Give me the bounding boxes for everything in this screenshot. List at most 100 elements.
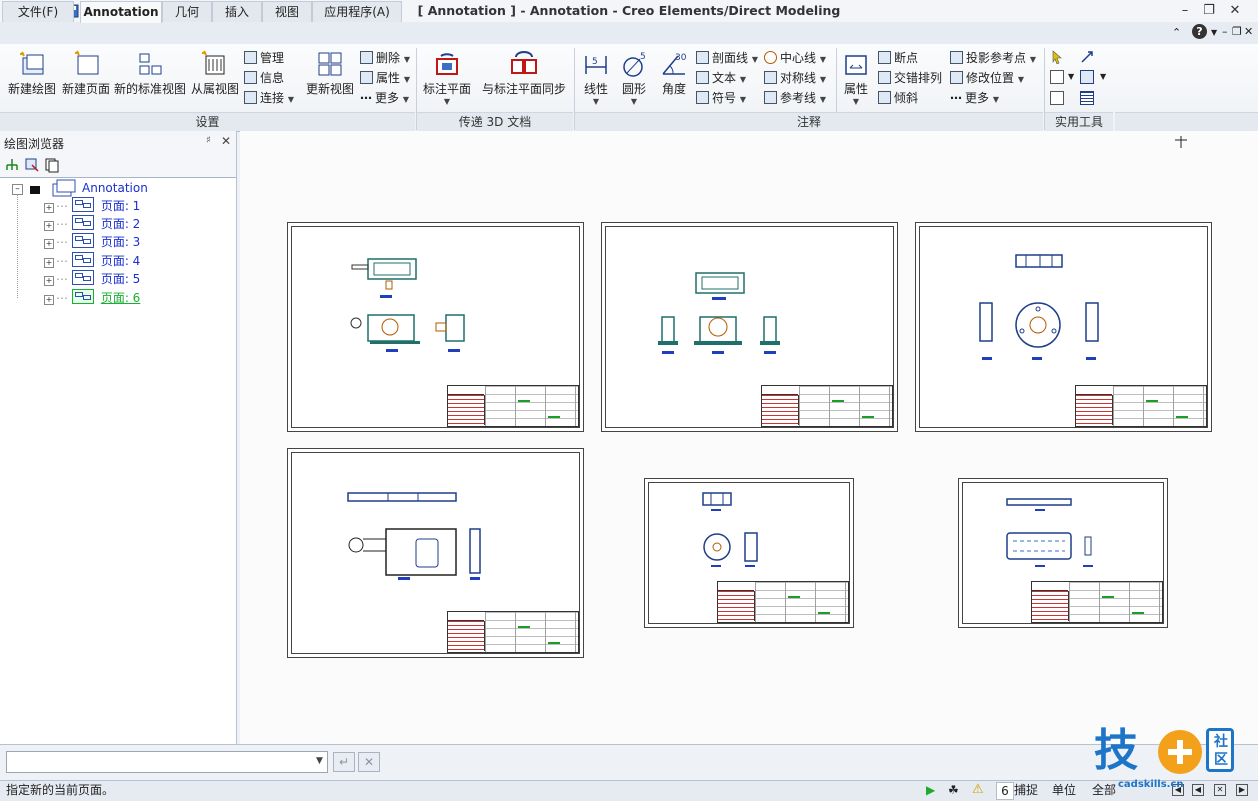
circle-dimension-button[interactable]: 5 圆形 ▼	[616, 50, 652, 106]
drawing-sheet-5[interactable]	[644, 478, 854, 628]
enter-icon[interactable]: ↵	[333, 752, 355, 772]
update-view-button[interactable]: 更新视图	[304, 50, 356, 97]
symbol-dropdown-icon[interactable]: ▼	[740, 95, 746, 104]
expand-icon[interactable]: +	[44, 295, 54, 305]
center-line-dropdown-icon[interactable]: ▼	[820, 55, 826, 64]
pin-icon[interactable]: ♯	[206, 135, 211, 146]
angle-dimension-button[interactable]: 30 角度	[656, 50, 692, 97]
drawing-sheet-3[interactable]	[915, 222, 1212, 432]
linear-dimension-button[interactable]: 5 线性 ▼	[578, 50, 614, 106]
tab-annotation[interactable]: Annotation	[80, 1, 162, 23]
warning-icon[interactable]: ⚠	[972, 782, 984, 798]
projection-reference-dropdown-icon[interactable]: ▼	[1030, 55, 1036, 64]
minimize-icon[interactable]: –	[1172, 2, 1198, 20]
symmetry-line-dropdown-icon[interactable]: ▼	[820, 75, 826, 84]
attribute-dropdown-icon[interactable]: ▼	[404, 75, 410, 84]
ribbon-minimize-icon[interactable]: –	[1222, 25, 1228, 38]
text-button[interactable]: 文本 ▼	[696, 69, 746, 87]
expand-icon[interactable]: +	[44, 239, 54, 249]
new-page-button[interactable]: 新建页面	[60, 50, 112, 97]
symbol-button[interactable]: 符号 ▼	[696, 89, 746, 107]
section-line-button[interactable]: 剖面线 ▼	[696, 49, 758, 67]
drawing-sheet-6[interactable]	[958, 478, 1168, 628]
modify-position-button[interactable]: 修改位置 ▼	[950, 69, 1024, 87]
tree-page-6[interactable]: + ⋯ 页面: 6	[44, 289, 140, 307]
tab-view[interactable]: 视图	[262, 1, 312, 22]
snap-toggle[interactable]: 捕捉	[1014, 782, 1038, 798]
section-line-dropdown-icon[interactable]: ▼	[752, 55, 758, 64]
sync-annotation-plane-button[interactable]: 与标注平面同步	[478, 50, 570, 97]
expand-icon[interactable]: +	[44, 221, 54, 231]
info-button[interactable]: 信息	[244, 69, 284, 87]
break-point-button[interactable]: 断点	[878, 49, 918, 67]
close-page-icon[interactable]: ✕	[1214, 784, 1226, 796]
restore-icon[interactable]: ❐	[1196, 2, 1222, 20]
new-drawing-button[interactable]: 新建绘图	[6, 50, 58, 97]
tree-view-icon[interactable]	[4, 157, 20, 173]
new-standard-view-button[interactable]: 新的标准视图	[112, 50, 188, 97]
browser-close-icon[interactable]: ✕	[221, 134, 231, 148]
next-page-icon[interactable]: ▶	[1236, 784, 1248, 796]
tab-insert[interactable]: 插入	[212, 1, 262, 22]
modify-position-dropdown-icon[interactable]: ▼	[1018, 75, 1024, 84]
transform-icon[interactable]	[1080, 50, 1094, 64]
properties-dropdown-icon[interactable]: ▼	[838, 97, 874, 106]
expand-icon[interactable]: +	[44, 203, 54, 213]
center-line-button[interactable]: 中心线 ▼	[764, 49, 826, 67]
more-button-2[interactable]: ⋯ 更多 ▼	[950, 89, 999, 107]
connect-button[interactable]: 连接 ▼	[244, 89, 294, 107]
layout-icon[interactable]	[1080, 70, 1094, 84]
more-dropdown-icon-1[interactable]: ▼	[403, 95, 409, 104]
expand-icon[interactable]: +	[44, 258, 54, 268]
help-icon[interactable]: ?	[1192, 24, 1207, 39]
tree-page-2[interactable]: + ⋯ 页面: 2	[44, 215, 140, 233]
delete-button[interactable]: 删除 ▼	[360, 49, 410, 67]
ribbon-close-icon[interactable]: ✕	[1244, 25, 1253, 38]
car-icon[interactable]: ☘	[948, 782, 959, 798]
play-icon[interactable]: ▶	[926, 782, 935, 798]
close-icon[interactable]: ✕	[1222, 2, 1248, 20]
tab-applications[interactable]: 应用程序(A)	[312, 1, 402, 22]
more-button-1[interactable]: ⋯ 更多 ▼	[360, 89, 409, 107]
drawing-sheet-1[interactable]	[287, 222, 584, 432]
edit-geometry-icon[interactable]	[1050, 70, 1064, 84]
annotation-plane-button[interactable]: 标注平面 ▼	[420, 50, 474, 106]
prev-page-icon[interactable]: ◀	[1192, 784, 1204, 796]
cross-arrange-button[interactable]: 交错排列	[878, 69, 942, 87]
select-arrow-icon[interactable]	[1050, 50, 1064, 65]
filter-tree-icon[interactable]	[24, 157, 40, 173]
ribbon-collapse-icon[interactable]: ⌃	[1172, 26, 1181, 39]
tree-page-3[interactable]: + ⋯ 页面: 3	[44, 233, 140, 251]
connect-dropdown-icon[interactable]: ▼	[288, 95, 294, 104]
drawing-sheet-4[interactable]	[287, 448, 584, 658]
dimension-tool-icon[interactable]	[1050, 91, 1064, 105]
cancel-icon[interactable]: ✕	[358, 752, 380, 772]
dependent-view-button[interactable]: 从属视图	[190, 50, 240, 97]
tree-page-1[interactable]: + ⋯ 页面: 1	[44, 197, 140, 215]
unit-toggle[interactable]: 单位	[1052, 782, 1076, 798]
attribute-button[interactable]: 属性 ▼	[360, 69, 410, 87]
layout-dropdown-icon[interactable]: ▼	[1100, 72, 1106, 81]
tab-file[interactable]: 文件(F)	[2, 1, 74, 22]
help-dropdown-icon[interactable]: ▼	[1211, 28, 1217, 37]
command-input[interactable]	[6, 751, 328, 773]
expand-icon[interactable]: +	[44, 276, 54, 286]
annotation-plane-dropdown-icon[interactable]: ▼	[420, 97, 474, 106]
reference-line-button[interactable]: 参考线 ▼	[764, 89, 826, 107]
projection-reference-point-button[interactable]: 投影参考点 ▼	[950, 49, 1036, 67]
edit-geometry-dropdown-icon[interactable]: ▼	[1068, 72, 1074, 81]
command-dropdown-icon[interactable]: ▼	[316, 756, 323, 766]
table-icon[interactable]	[1080, 91, 1094, 105]
pages-icon[interactable]	[44, 157, 60, 173]
symmetry-line-button[interactable]: 对称线 ▼	[764, 69, 826, 87]
manage-button[interactable]: 管理	[244, 49, 284, 67]
text-dropdown-icon[interactable]: ▼	[740, 75, 746, 84]
tilt-button[interactable]: 倾斜	[878, 89, 918, 107]
delete-dropdown-icon[interactable]: ▼	[404, 55, 410, 64]
all-toggle[interactable]: 全部	[1092, 782, 1116, 798]
tree-root-annotation[interactable]: Annotation	[82, 179, 148, 197]
tab-geometry[interactable]: 几何	[162, 1, 212, 22]
circle-dropdown-icon[interactable]: ▼	[616, 97, 652, 106]
properties-button[interactable]: 属性 ▼	[838, 50, 874, 106]
ribbon-restore-icon[interactable]: ❐	[1232, 25, 1242, 38]
